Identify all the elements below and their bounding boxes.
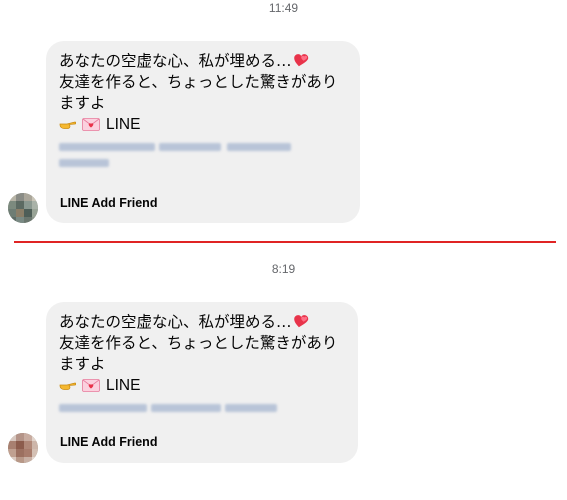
avatar[interactable] [8, 193, 38, 223]
love-letter-icon [82, 118, 100, 131]
message-line-2: 友達を作ると、ちょっとした驚きがあり [59, 334, 338, 352]
message-text: あなたの空虚な心、私が埋める… [59, 52, 292, 70]
message-line-2: 友達を作ると、ちょっとした驚きがあり [59, 73, 338, 91]
love-letter-icon [82, 379, 100, 392]
line-label: LINE [106, 377, 141, 394]
message-bubble[interactable]: あなたの空虚な心、私が埋める… 友達を作ると、ちょっとした驚きがあり ますよ L… [46, 41, 360, 223]
message-text: あなたの空虚な心、私が埋める… [59, 313, 292, 331]
link-preview-title[interactable]: LINE Add Friend [60, 196, 157, 210]
message-line-3: ますよ [59, 355, 106, 373]
message-line-4: LINE [59, 114, 346, 135]
red-divider [14, 241, 556, 243]
message-line-4: LINE [59, 375, 344, 396]
timestamp: 11:49 [268, 1, 299, 15]
blurred-link[interactable] [59, 139, 346, 173]
line-label: LINE [106, 116, 141, 133]
message-bubble[interactable]: あなたの空虚な心、私が埋める… 友達を作ると、ちょっとした驚きがあり ますよ L… [46, 302, 358, 463]
blurred-link[interactable] [59, 400, 344, 416]
avatar[interactable] [8, 433, 38, 463]
message-line-1: あなたの空虚な心、私が埋める… [59, 51, 346, 72]
message-line-3: ますよ [59, 94, 106, 112]
timestamp: 8:19 [271, 262, 296, 276]
pointing-hand-icon [59, 382, 76, 390]
hearts-icon [293, 315, 308, 328]
hearts-icon [293, 54, 308, 67]
link-preview-title[interactable]: LINE Add Friend [60, 435, 157, 449]
message-line-1: あなたの空虚な心、私が埋める… [59, 312, 344, 333]
pointing-hand-icon [59, 121, 76, 129]
